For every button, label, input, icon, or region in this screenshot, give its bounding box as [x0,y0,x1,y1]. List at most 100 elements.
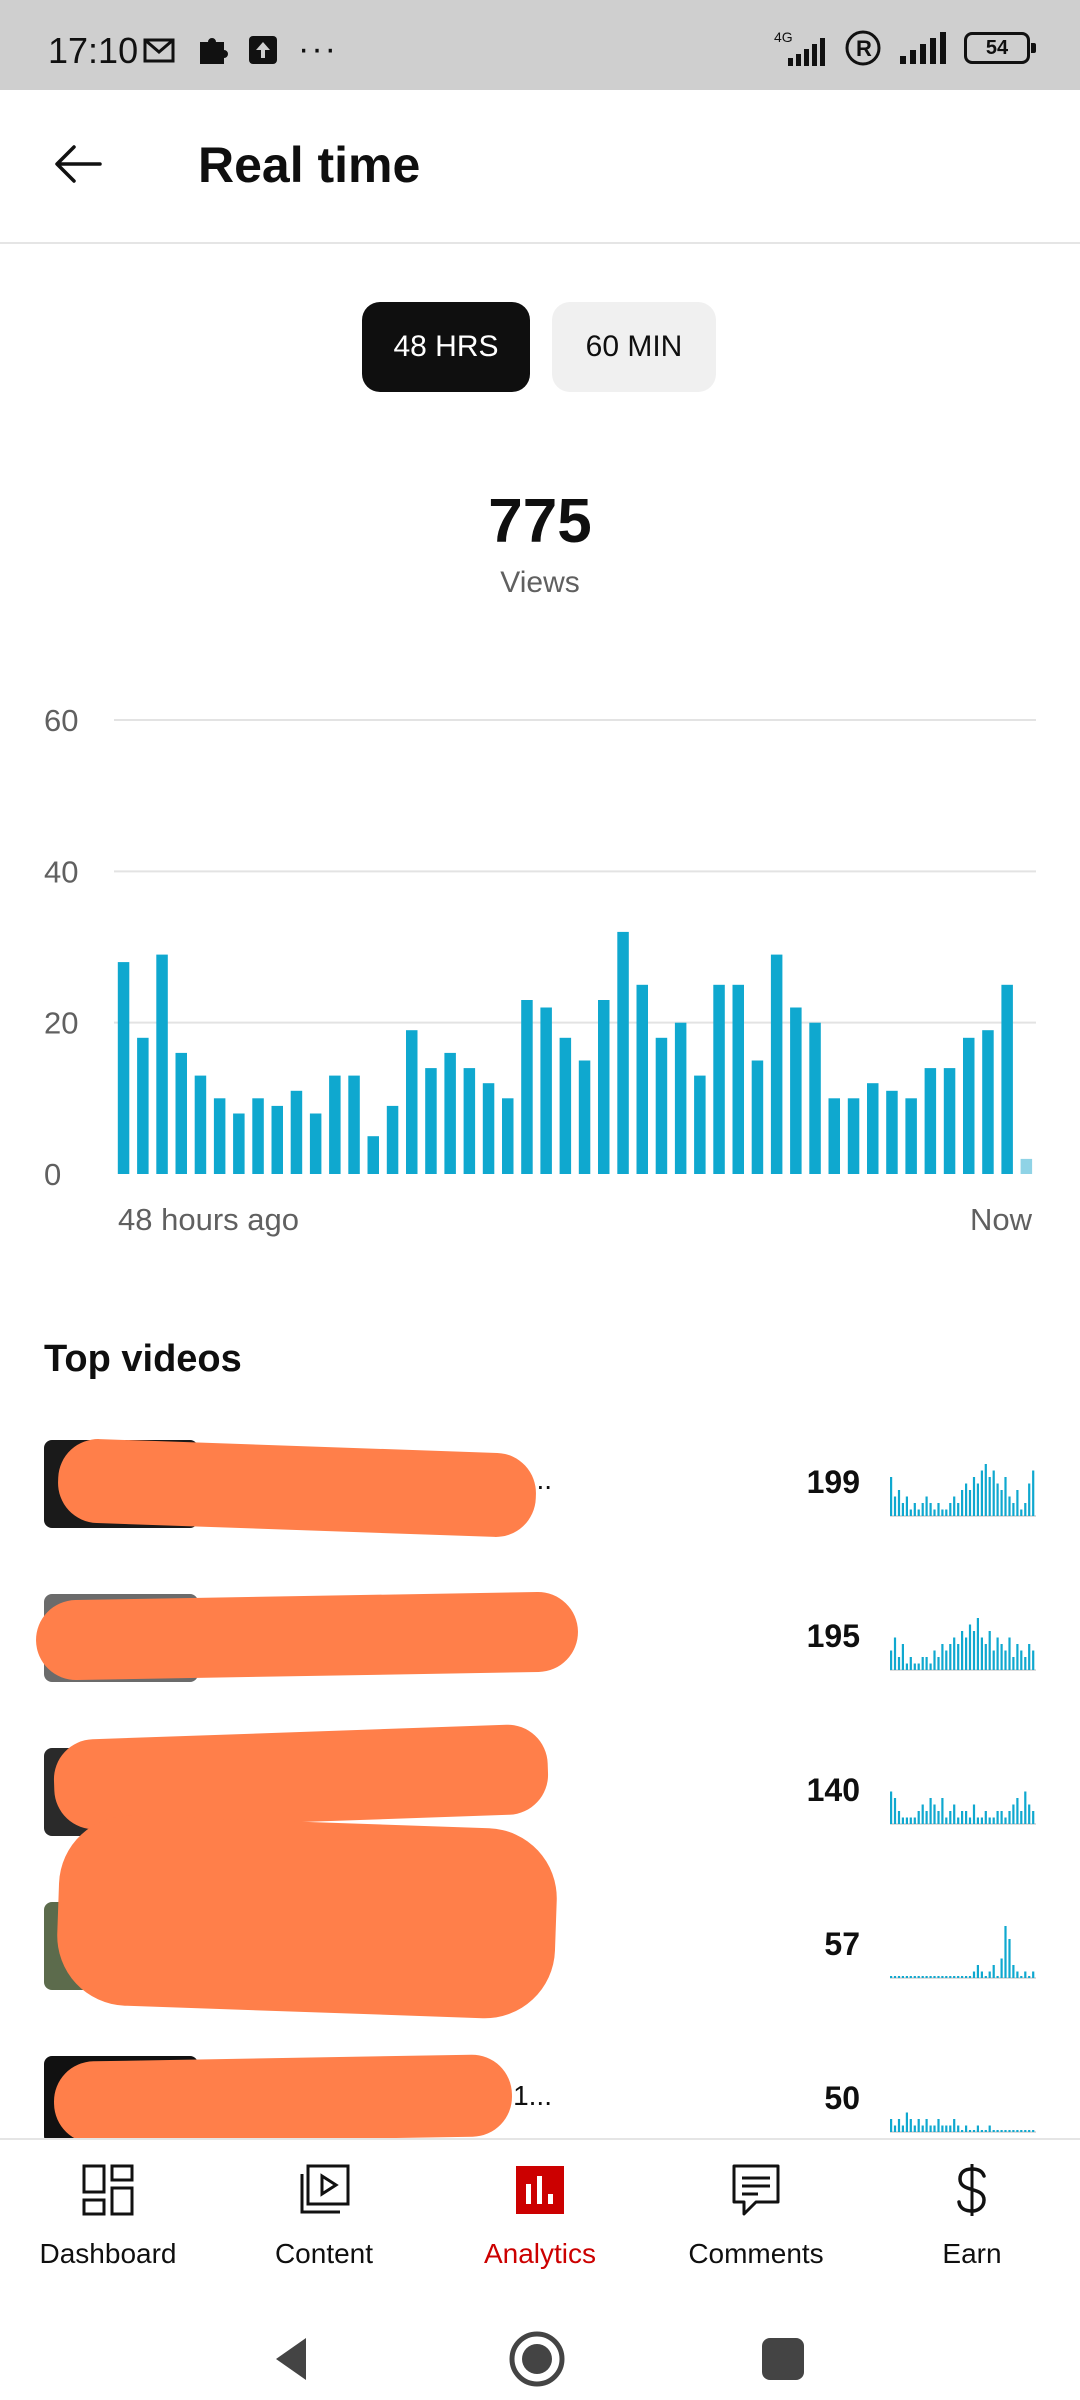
system-home-icon[interactable] [502,2324,572,2394]
sparkline-bar [1032,1650,1035,1670]
video-views: 199 [806,1464,860,1500]
redaction-mark [54,1813,560,2021]
chart-bar [598,1000,610,1174]
sparkline-bar [901,1976,904,1978]
range-toggle-60min[interactable]: 60 MIN [552,302,716,392]
y-tick-label: 60 [44,703,78,738]
video-views: 195 [806,1618,860,1654]
sparkline-bar [1004,1650,1007,1670]
sparkline-bar [1000,1811,1003,1824]
back-arrow-icon[interactable] [48,134,108,194]
nav-dashboard[interactable]: Dashboard [0,2140,216,2316]
sparkline-bar [1000,1644,1003,1670]
chart-bar [175,1052,187,1174]
top-video-row[interactable]: 57 [0,1813,1080,2022]
sparkline-bar [988,1631,991,1670]
sparkline-bar [1020,1650,1023,1670]
sparkline-bar [929,1976,932,1978]
sparkline-bar [925,1496,928,1516]
sparkline-bar [961,1976,964,1978]
sparkline-bar [1028,1804,1031,1824]
chart-bar [809,1022,821,1174]
sparkline-bar [941,1976,944,1978]
sparkline-bar [988,2125,991,2132]
sparkline-bar [976,2125,979,2132]
nav-comments[interactable]: Comments [648,2140,864,2316]
sparkline-bar [988,1817,991,1824]
sparkline-bar [897,2119,901,2132]
comments-icon [732,2164,780,2216]
sparkline-bar [1000,1490,1003,1516]
sparkline-bar [965,2125,968,2132]
nav-analytics[interactable]: Analytics [432,2140,648,2316]
sparkline-bar [984,2130,987,2132]
system-back-icon[interactable] [256,2324,326,2394]
sparkline-bar [1032,1971,1035,1978]
sparkline-bar [1004,1926,1007,1978]
system-navigation-bar [0,2316,1080,2400]
sparkline-bar [917,1663,920,1670]
chart-bar [924,1068,937,1174]
chart-bar [521,1000,533,1174]
chart-bar [367,1136,379,1174]
status-notification-icons: ··· [142,30,338,69]
y-tick-label: 0 [44,1157,61,1192]
sparkline-bar [972,1971,976,1978]
sparkline-bar [1024,1971,1027,1978]
sparkline-bar [1004,1817,1007,1824]
top-video-row[interactable]: .. 199 [0,1437,1080,1560]
sparkline-bar [913,2125,916,2132]
sparkline-bar [992,1470,995,1516]
chart-bar [713,984,725,1174]
sparkline-bar [965,1637,968,1670]
chart-bar [1020,1158,1033,1174]
upload-icon [249,35,277,64]
analytics-icon [516,2166,564,2214]
sparkline-bar [1012,1804,1015,1824]
sparkline-bar [909,1657,912,1670]
status-time: 17:10 [48,30,139,71]
video-views: 50 [824,2080,860,2116]
sparkline-bar [980,1637,983,1670]
sparkline-bar [953,1496,956,1516]
sparkline-bar [937,2119,940,2132]
chart-bar [751,1060,764,1174]
chart-bar [502,1098,514,1174]
chart-bar [617,931,629,1174]
more-notifications-icon: ··· [298,30,338,68]
sparkline-bar [913,1976,916,1978]
signal-4g-icon: 4G [774,29,825,66]
nav-earn[interactable]: Earn [864,2140,1080,2316]
sparkline-bar [1004,2130,1007,2132]
sparkline-bar [949,2125,952,2132]
total-views-value: 775 [488,487,592,556]
sparkline-bar [901,1644,904,1670]
sparkline-bar [957,1817,960,1824]
chart-bars [117,931,1033,1174]
sparkline-bar [976,1817,979,1824]
signal-icon [900,32,946,64]
nav-content[interactable]: Content [216,2140,432,2316]
sparkline-bar [957,1503,960,1516]
system-recents-icon[interactable] [748,2324,818,2394]
sparkline-bar [992,1817,995,1824]
sparkline-bar [992,1650,995,1670]
sparkline-bar [945,1650,948,1670]
sparkline-bar [965,1811,968,1824]
sparkline-bar [921,2125,924,2132]
sparkline-bar [1008,2130,1011,2132]
chart-bar [790,1007,802,1174]
sparkline-bar [937,1811,940,1824]
page-title: Real time [198,137,421,193]
sparkline-bar [933,1976,936,1978]
chart-bar [886,1090,898,1174]
chart-grid [114,719,1036,1024]
total-views-label: Views [500,566,580,599]
video-sparkline [890,1791,1036,1825]
sparkline-bar [953,1976,956,1978]
top-video-row[interactable]: 195 [0,1591,1080,1714]
redaction-mark [53,2054,513,2144]
sparkline-bar [913,1817,916,1824]
range-toggle-48hrs[interactable]: 48 HRS [362,302,530,392]
sparkline-bar [917,1509,920,1516]
